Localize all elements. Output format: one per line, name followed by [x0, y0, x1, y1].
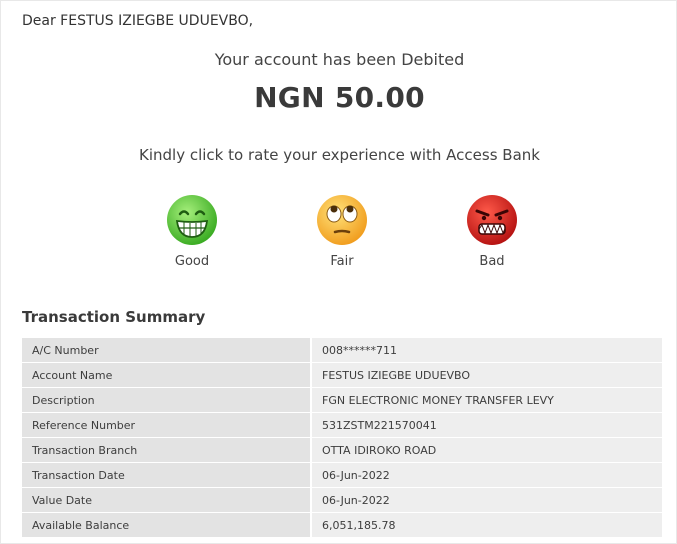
- table-row: A/C Number 008******711: [22, 338, 662, 362]
- row-value: 06-Jun-2022: [310, 488, 662, 512]
- row-value: 531ZSTM221570041: [310, 413, 662, 437]
- row-label: Account Name: [22, 363, 310, 387]
- row-label: Reference Number: [22, 413, 310, 437]
- row-value: 008******711: [310, 338, 662, 362]
- row-label: Available Balance: [22, 513, 310, 537]
- transaction-summary-table: A/C Number 008******711 Account Name FES…: [22, 337, 662, 538]
- debit-amount: NGN 50.00: [254, 81, 425, 114]
- row-value: FGN ELECTRONIC MONEY TRANSFER LEVY: [310, 388, 662, 412]
- table-row: Transaction Date 06-Jun-2022: [22, 463, 662, 487]
- row-value: 06-Jun-2022: [310, 463, 662, 487]
- greeting-text: Dear FESTUS IZIEGBE UDUEVBO,: [22, 13, 254, 29]
- angry-face-icon: [452, 194, 532, 246]
- table-row: Transaction Branch OTTA IDIROKO ROAD: [22, 438, 662, 462]
- table-row: Account Name FESTUS IZIEGBE UDUEVBO: [22, 363, 662, 387]
- rolling-eyes-face-icon: [302, 194, 382, 246]
- row-value: 6,051,185.78: [310, 513, 662, 537]
- email-card: Dear FESTUS IZIEGBE UDUEVBO, Your accoun…: [0, 0, 677, 544]
- rate-fair-label: Fair: [330, 254, 354, 269]
- table-row: Reference Number 531ZSTM221570041: [22, 413, 662, 437]
- rate-prompt: Kindly click to rate your experience wit…: [139, 146, 540, 164]
- table-row: Value Date 06-Jun-2022: [22, 488, 662, 512]
- row-label: Transaction Date: [22, 463, 310, 487]
- rate-bad-label: Bad: [479, 254, 505, 269]
- table-row: Description FGN ELECTRONIC MONEY TRANSFE…: [22, 388, 662, 412]
- table-row: Available Balance 6,051,185.78: [22, 513, 662, 537]
- rate-good-label: Good: [174, 254, 210, 269]
- row-label: Transaction Branch: [22, 438, 310, 462]
- row-label: A/C Number: [22, 338, 310, 362]
- row-label: Description: [22, 388, 310, 412]
- row-label: Value Date: [22, 488, 310, 512]
- grinning-face-icon: [152, 194, 232, 246]
- row-value: FESTUS IZIEGBE UDUEVBO: [310, 363, 662, 387]
- rate-bad-button[interactable]: Bad: [452, 194, 532, 269]
- rate-fair-button[interactable]: Fair: [302, 194, 382, 269]
- transaction-summary-title: Transaction Summary: [22, 308, 206, 326]
- rate-good-button[interactable]: Good: [152, 194, 232, 269]
- debit-headline: Your account has been Debited: [214, 50, 465, 69]
- row-value: OTTA IDIROKO ROAD: [310, 438, 662, 462]
